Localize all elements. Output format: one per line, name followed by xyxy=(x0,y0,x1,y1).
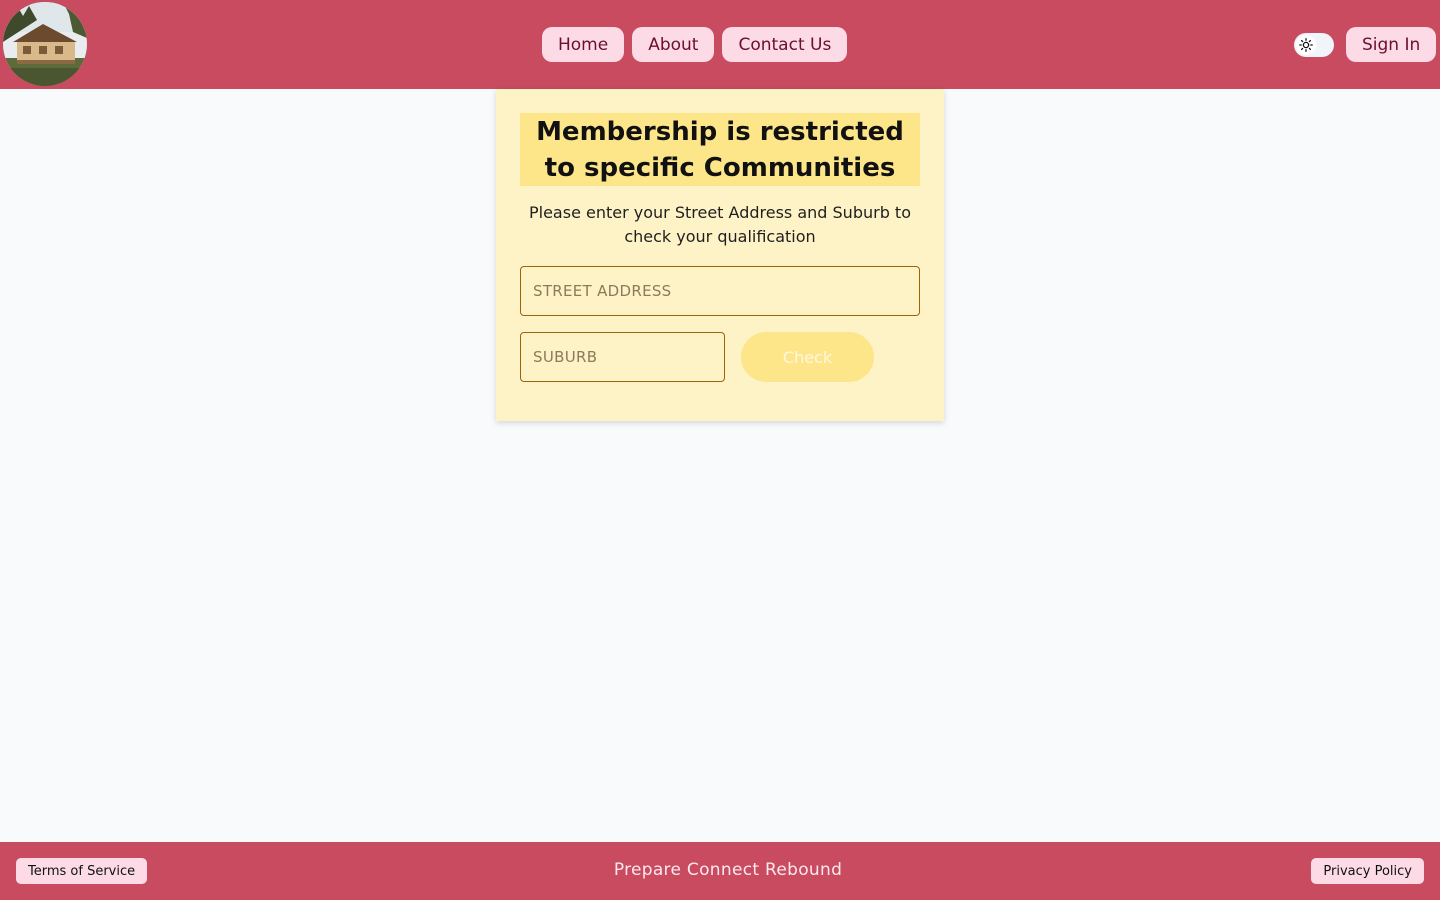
nav-about-button[interactable]: About xyxy=(632,27,715,62)
logo[interactable] xyxy=(3,2,87,86)
privacy-policy-link[interactable]: Privacy Policy xyxy=(1311,858,1424,884)
membership-check-card: Membership is restricted to specific Com… xyxy=(496,89,944,421)
card-subtitle: Please enter your Street Address and Sub… xyxy=(528,203,911,246)
street-address-input[interactable] xyxy=(520,266,920,316)
house-photo-icon xyxy=(3,2,87,86)
sun-icon xyxy=(1299,38,1313,52)
suburb-input[interactable] xyxy=(520,332,725,382)
nav-contact-button[interactable]: Contact Us xyxy=(722,27,848,62)
main-nav: Home About Contact Us xyxy=(542,27,848,62)
sign-in-button[interactable]: Sign In xyxy=(1346,27,1437,62)
theme-toggle-knob xyxy=(1296,35,1316,55)
check-button[interactable]: Check xyxy=(741,332,874,382)
card-title: Membership is restricted to specific Com… xyxy=(520,113,920,186)
nav-home-button[interactable]: Home xyxy=(542,27,625,62)
theme-toggle[interactable] xyxy=(1294,33,1334,57)
site-header: Home About Contact Us Sign In xyxy=(0,0,1440,89)
footer-tagline: Prepare Connect Rebound xyxy=(613,860,843,880)
site-footer: Terms of Service Prepare Connect Rebound… xyxy=(0,842,1440,900)
